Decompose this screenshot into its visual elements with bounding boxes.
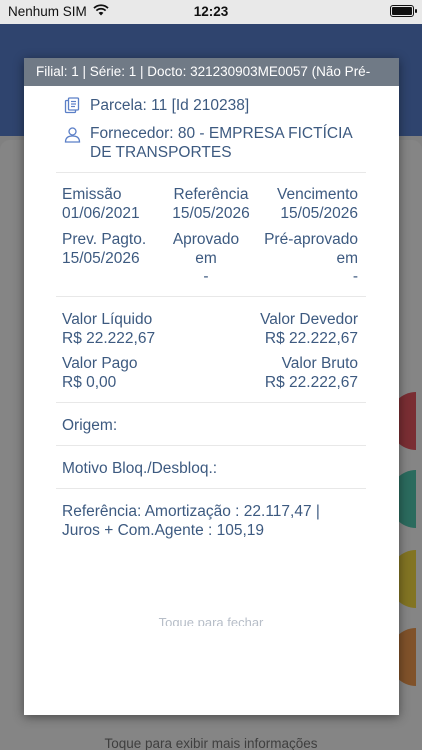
valor-devedor-value: R$ 22.222,67: [264, 330, 358, 347]
modal-title: Filial: 1 | Série: 1 | Docto: 321230903M…: [24, 58, 399, 86]
prev-pagto-label: Prev. Pagto.: [62, 231, 147, 248]
detail-modal[interactable]: Filial: 1 | Série: 1 | Docto: 321230903M…: [24, 58, 399, 715]
divider: [56, 172, 366, 173]
valor-bruto-value: R$ 22.222,67: [264, 374, 358, 391]
origem-label: Origem:: [62, 417, 118, 434]
clock: 12:23: [193, 4, 229, 19]
aprovado-label-em: em: [195, 250, 217, 267]
divider: [56, 402, 366, 403]
user-icon: [64, 126, 81, 143]
preaprovado-value: -: [352, 268, 358, 285]
valor-bruto-label: Valor Bruto: [281, 355, 358, 372]
fornecedor-text: Fornecedor: 80 - EMPRESA FICTÍCIA DE TRA…: [90, 125, 352, 161]
emissao-value: 01/06/2021: [62, 205, 140, 222]
valor-devedor-label: Valor Devedor: [260, 311, 358, 328]
preaprovado-label-em: em: [336, 250, 358, 267]
divider: [56, 445, 366, 446]
valor-liquido-value: R$ 22.222,67: [62, 330, 156, 347]
close-hint[interactable]: Toque para fechar: [56, 615, 366, 626]
more-info-hint[interactable]: Toque para exibir mais informações: [0, 736, 422, 750]
emissao-label: Emissão: [62, 186, 122, 203]
aprovado-label: Aprovado: [172, 231, 240, 248]
vencimento-value: 15/05/2026: [280, 205, 358, 222]
referencia-value: 15/05/2026: [172, 205, 250, 222]
referencia-detalhe-line-1: Referência: Amortização : 22.117,47 |: [62, 503, 320, 520]
divider: [56, 488, 366, 489]
parcela-text: Parcela: 11 [Id 210238]: [90, 97, 250, 114]
battery-icon: [390, 5, 417, 17]
prev-pagto-value: 15/05/2026: [62, 250, 140, 267]
status-bar: Nenhum SIM 12:23: [0, 0, 422, 24]
motivo-label: Motivo Bloq./Desbloq.:: [62, 460, 218, 477]
valor-liquido-label: Valor Líquido: [62, 311, 153, 328]
divider: [56, 296, 366, 297]
referencia-detalhe-line-2: Juros + Com.Agente : 105,19: [62, 522, 265, 539]
referencia-label: Referência: [173, 186, 249, 203]
valor-pago-value: R$ 0,00: [62, 374, 117, 391]
valor-pago-label: Valor Pago: [62, 355, 138, 372]
preaprovado-label: Pré-aprovado: [264, 231, 358, 248]
document-icon: [64, 97, 81, 114]
vencimento-label: Vencimento: [277, 186, 358, 203]
aprovado-value: -: [203, 268, 209, 285]
